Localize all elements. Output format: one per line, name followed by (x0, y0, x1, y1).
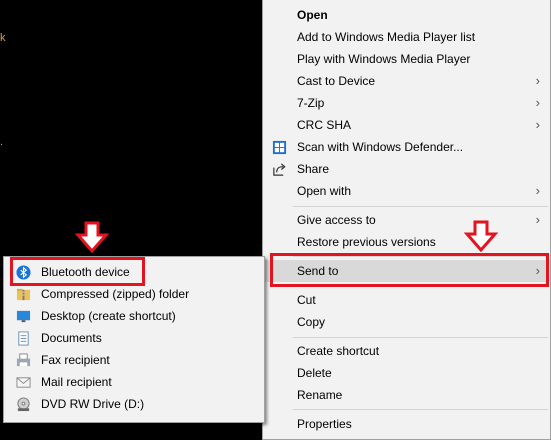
menu-item-label: Add to Windows Media Player list (297, 30, 476, 44)
menu-separator (293, 409, 548, 410)
menu-item-properties[interactable]: Properties (263, 413, 550, 435)
menu-item-rename[interactable]: Rename (263, 384, 550, 406)
desktop-icon (16, 310, 31, 323)
submenu-item-label: Compressed (zipped) folder (41, 287, 190, 301)
menu-item-label: Play with Windows Media Player (297, 52, 471, 66)
menu-item-add-to-wmp-list[interactable]: Add to Windows Media Player list (263, 26, 550, 48)
desktop-text-fragment: k (0, 32, 6, 44)
menu-item-play-with-wmp[interactable]: Play with Windows Media Player (263, 48, 550, 70)
annotation-arrow-down-icon (75, 221, 109, 253)
submenu-item-compressed-folder[interactable]: Compressed (zipped) folder (4, 283, 264, 305)
mail-icon (16, 377, 31, 388)
chevron-right-icon: › (535, 212, 540, 227)
submenu-item-label: Mail recipient (41, 375, 112, 389)
menu-item-cast-to-device[interactable]: Cast to Device › (263, 70, 550, 92)
menu-item-delete[interactable]: Delete (263, 362, 550, 384)
menu-item-label: Cut (297, 293, 316, 307)
menu-item-label: Open (297, 8, 328, 22)
menu-item-open-with[interactable]: Open with › (263, 180, 550, 202)
menu-item-label: Give access to (297, 213, 376, 227)
menu-item-label: Open with (297, 184, 352, 198)
menu-item-restore-previous-versions[interactable]: Restore previous versions (263, 231, 550, 253)
submenu-item-mail-recipient[interactable]: Mail recipient (4, 371, 264, 393)
menu-item-label: Delete (297, 366, 332, 380)
menu-item-label: 7-Zip (297, 96, 325, 110)
menu-separator (293, 206, 548, 207)
submenu-item-label: DVD RW Drive (D:) (41, 397, 145, 411)
submenu-item-dvd-drive[interactable]: DVD RW Drive (D:) (4, 393, 264, 415)
menu-item-label: CRC SHA (297, 118, 352, 132)
menu-item-label: Scan with Windows Defender... (297, 140, 464, 154)
menu-item-label: Share (297, 162, 330, 176)
desktop-text-fragment: . (0, 136, 4, 148)
chevron-right-icon: › (535, 95, 540, 110)
annotation-box-send-to (270, 253, 549, 287)
chevron-right-icon: › (535, 73, 540, 88)
menu-item-label: Rename (297, 388, 343, 402)
share-icon (273, 163, 286, 176)
menu-item-share[interactable]: Share (263, 158, 550, 180)
windows-defender-icon (272, 140, 287, 155)
menu-item-label: Copy (297, 315, 326, 329)
menu-item-cut[interactable]: Cut (263, 289, 550, 311)
dvd-drive-icon (17, 397, 30, 412)
submenu-item-label: Desktop (create shortcut) (41, 309, 176, 323)
menu-item-label: Restore previous versions (297, 235, 436, 249)
documents-icon (18, 331, 29, 346)
context-menu: Open Add to Windows Media Player list Pl… (262, 0, 551, 440)
annotation-box-bluetooth (10, 257, 145, 286)
menu-item-create-shortcut[interactable]: Create shortcut (263, 340, 550, 362)
submenu-item-fax-recipient[interactable]: Fax recipient (4, 349, 264, 371)
submenu-item-documents[interactable]: Documents (4, 327, 264, 349)
chevron-right-icon: › (535, 117, 540, 132)
menu-item-7zip[interactable]: 7-Zip › (263, 92, 550, 114)
fax-icon (16, 353, 31, 367)
menu-item-crc-sha[interactable]: CRC SHA › (263, 114, 550, 136)
menu-item-open[interactable]: Open (263, 4, 550, 26)
submenu-item-desktop-shortcut[interactable]: Desktop (create shortcut) (4, 305, 264, 327)
menu-item-label: Create shortcut (297, 344, 380, 358)
submenu-item-label: Documents (41, 331, 102, 345)
menu-item-copy[interactable]: Copy (263, 311, 550, 333)
annotation-arrow-down-icon (464, 220, 498, 252)
menu-item-give-access-to[interactable]: Give access to › (263, 209, 550, 231)
zip-folder-icon (16, 288, 31, 301)
submenu-item-label: Fax recipient (41, 353, 110, 367)
menu-item-scan-defender[interactable]: Scan with Windows Defender... (263, 136, 550, 158)
chevron-right-icon: › (535, 183, 540, 198)
menu-item-label: Properties (297, 417, 352, 431)
menu-separator (293, 337, 548, 338)
menu-item-label: Cast to Device (297, 74, 376, 88)
